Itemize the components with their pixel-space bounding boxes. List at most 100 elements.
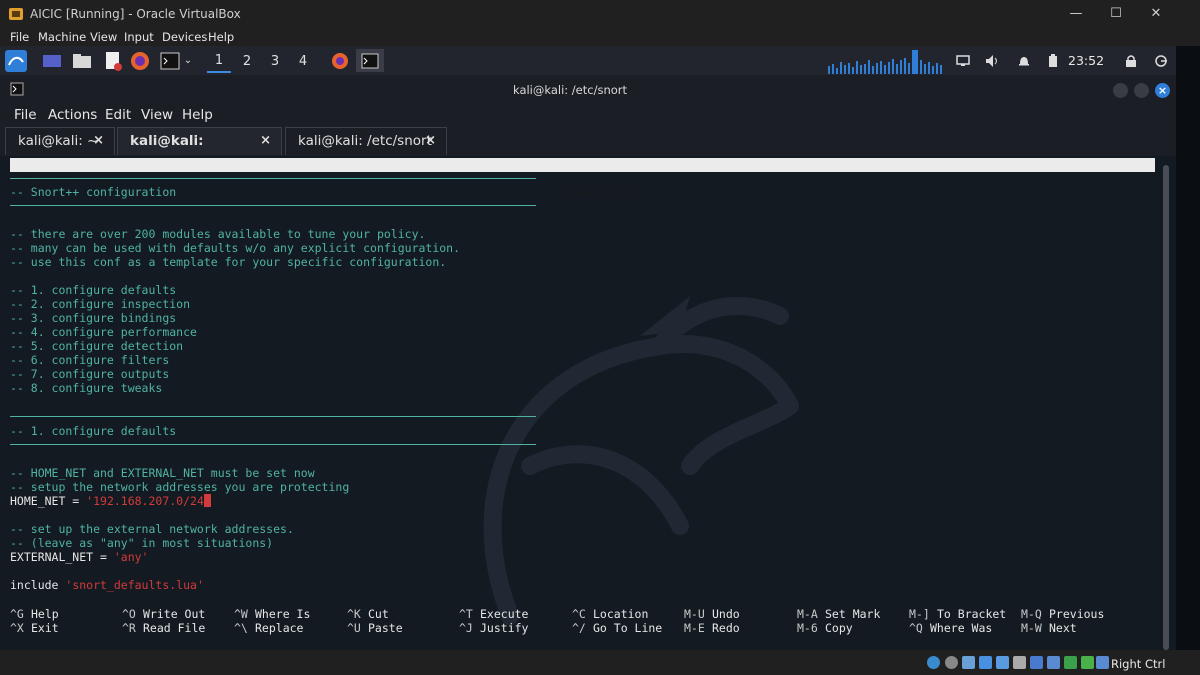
vbox-menu-input[interactable]: Input	[124, 30, 154, 44]
include-line: include 'snort_defaults.lua'	[10, 578, 204, 592]
network-icon[interactable]	[979, 656, 992, 669]
shortcut-next[interactable]: Next	[1049, 621, 1077, 635]
terminal-scrollbar[interactable]	[1163, 165, 1169, 650]
shortcut-key: ^\	[234, 621, 248, 635]
notifications-bell-icon[interactable]	[1015, 49, 1033, 72]
audio-icon[interactable]	[962, 656, 975, 669]
code-line: -- (leave as "any" in most situations)	[10, 536, 274, 550]
shortcut-read-file[interactable]: Read File	[143, 621, 205, 635]
tab-home[interactable]: kali@kali: ~ ×	[5, 127, 115, 155]
show-desktop-icon[interactable]	[40, 49, 64, 72]
shortcut-paste[interactable]: Paste	[368, 621, 403, 635]
tab-close-icon[interactable]: ×	[260, 128, 271, 154]
shortcut-exit[interactable]: Exit	[31, 621, 59, 635]
logout-icon[interactable]	[1152, 49, 1170, 72]
keyboard-capture-icon[interactable]	[1096, 656, 1109, 669]
shortcut-location[interactable]: Location	[593, 607, 648, 621]
terminal-menu-help[interactable]: Help	[182, 107, 213, 123]
shortcut-replace[interactable]: Replace	[255, 621, 303, 635]
home-net-value: '192.168.207.0/24	[86, 494, 204, 508]
terminal-maximize-button[interactable]	[1134, 83, 1149, 98]
workspace-2[interactable]: 2	[235, 50, 259, 73]
shortcut-key: ^G	[10, 607, 24, 621]
firefox-icon[interactable]	[128, 49, 152, 72]
terminal-menu-edit[interactable]: Edit	[105, 107, 131, 123]
scrollbar-thumb[interactable]	[1163, 165, 1169, 650]
workspace-4[interactable]: 4	[291, 50, 315, 73]
shortcut-undo[interactable]: Undo	[712, 607, 740, 621]
chevron-down-icon[interactable]: ⌄	[181, 49, 195, 72]
cpu-status-icon	[1064, 656, 1077, 669]
terminal-menu-view[interactable]: View	[141, 107, 173, 123]
shortcut-key: M-6	[797, 621, 818, 635]
shortcut-justify[interactable]: Justify	[480, 621, 528, 635]
vbox-menu-machine[interactable]: Machine	[38, 30, 86, 44]
vbox-menu-help[interactable]: Help	[208, 30, 234, 44]
terminal-menu-file[interactable]: File	[14, 107, 37, 123]
display-status-icon[interactable]	[1030, 656, 1043, 669]
shortcut-help[interactable]: Help	[31, 607, 59, 621]
shortcut-key: ^R	[122, 621, 136, 635]
terminal-minimize-button[interactable]	[1113, 83, 1128, 98]
mouse-integration-icon[interactable]	[1081, 656, 1094, 669]
tab-etc-snort-active[interactable]: kali@kali: /etc/snort ×	[117, 127, 282, 175]
minimize-button[interactable]: —	[1060, 4, 1092, 24]
shortcut-key: M-Q	[1021, 607, 1042, 621]
shortcut-key: ^X	[10, 621, 24, 635]
tab-etc-snort[interactable]: kali@kali: /etc/snort ×	[285, 127, 447, 155]
shortcut-copy[interactable]: Copy	[825, 621, 853, 635]
comment-divider	[10, 416, 536, 417]
code-line: -- use this conf as a template for your …	[10, 255, 447, 269]
vbox-menu-devices[interactable]: Devices	[162, 30, 207, 44]
code-line: -- HOME_NET and EXTERNAL_NET must be set…	[10, 466, 315, 480]
shortcut-key: M-E	[684, 621, 705, 635]
terminal-titlebar: kali@kali: /etc/snort ×	[0, 75, 1176, 103]
comment-divider	[10, 205, 536, 206]
display-icon[interactable]	[954, 49, 972, 72]
include-value: 'snort_defaults.lua'	[65, 578, 204, 592]
shortcut-redo[interactable]: Redo	[712, 621, 740, 635]
shortcut-to-bracket[interactable]: To Bracket	[937, 607, 1006, 621]
shortcut-execute[interactable]: Execute	[480, 607, 528, 621]
maximize-button[interactable]: ☐	[1100, 4, 1132, 24]
shortcut-set-mark[interactable]: Set Mark	[825, 607, 880, 621]
panel-clock[interactable]: 23:52	[1068, 53, 1104, 68]
code-line: -- setup the network addresses you are p…	[10, 480, 350, 494]
shortcut-key: M-U	[684, 607, 705, 621]
taskbar-firefox-icon[interactable]	[328, 49, 352, 72]
terminal-menu-actions[interactable]: Actions	[48, 107, 97, 123]
vbox-titlebar: AICIC [Running] - Oracle VirtualBox — ☐ …	[0, 0, 1200, 28]
shortcut-previous[interactable]: Previous	[1049, 607, 1104, 621]
terminal-menubar: File Actions Edit View Help	[0, 103, 1176, 127]
shortcut-write-out[interactable]: Write Out	[143, 607, 205, 621]
shortcut-go-to-line[interactable]: Go To Line	[593, 621, 662, 635]
code-line: -- Snort++ configuration	[10, 185, 177, 199]
shortcut-key: ^T	[459, 607, 473, 621]
code-line: -- 2. configure inspection	[10, 297, 191, 311]
workspace-1[interactable]: 1	[207, 50, 231, 73]
lock-screen-icon[interactable]	[1122, 49, 1140, 72]
shortcut-where-was[interactable]: Where Was	[930, 621, 992, 635]
terminal-launcher-icon[interactable]	[158, 49, 182, 72]
terminal-close-button[interactable]: ×	[1155, 83, 1170, 98]
hard-disk-icon[interactable]	[927, 656, 940, 669]
workspace-3[interactable]: 3	[263, 50, 287, 73]
terminal-body[interactable]: GNU nano 7.2 snort.lua * -- Snort++ conf…	[0, 156, 1176, 650]
volume-icon[interactable]	[984, 49, 1002, 72]
vbox-menu-view[interactable]: View	[90, 30, 117, 44]
kali-menu-icon[interactable]	[4, 49, 28, 72]
vbox-menu-file[interactable]: File	[10, 30, 29, 44]
taskbar-terminal-icon[interactable]	[356, 49, 384, 72]
tab-close-icon[interactable]: ×	[425, 128, 436, 154]
shortcut-cut[interactable]: Cut	[368, 607, 389, 621]
shared-folders-icon[interactable]	[1013, 656, 1026, 669]
file-manager-icon[interactable]	[70, 49, 94, 72]
close-button[interactable]: ✕	[1140, 4, 1172, 24]
recording-icon[interactable]	[1047, 656, 1060, 669]
tab-close-icon[interactable]: ×	[93, 128, 104, 154]
text-editor-icon[interactable]	[101, 49, 125, 72]
shortcut-key: ^Q	[909, 621, 923, 635]
shortcut-where-is[interactable]: Where Is	[255, 607, 310, 621]
optical-drive-icon[interactable]	[945, 656, 958, 669]
usb-icon[interactable]	[996, 656, 1009, 669]
